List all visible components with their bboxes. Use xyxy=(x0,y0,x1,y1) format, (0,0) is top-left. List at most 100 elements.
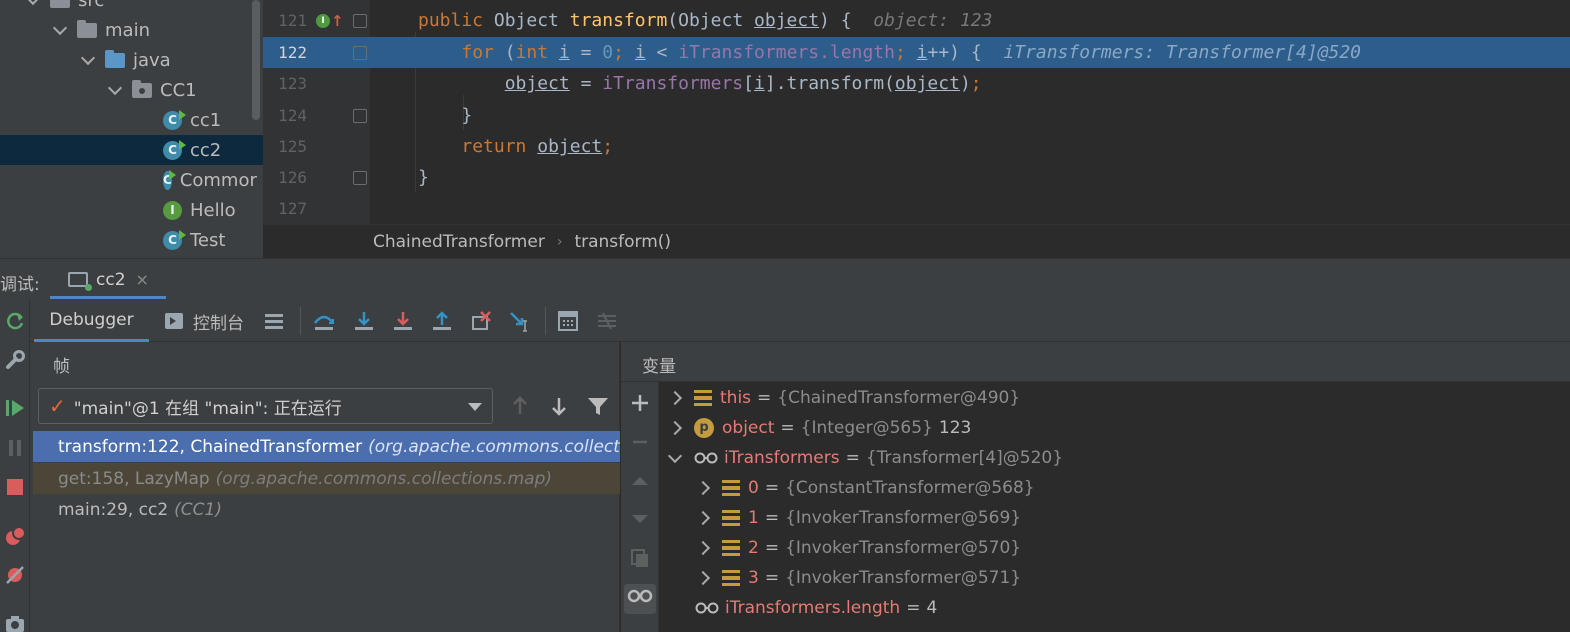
trace-stream-icon[interactable] xyxy=(595,309,619,333)
variable-row-this[interactable]: this = {ChainedTransformer@490} xyxy=(667,383,1020,413)
fold-marker-icon[interactable] xyxy=(353,171,367,185)
code-line-123[interactable]: 123 object = iTransformers[i].transform(… xyxy=(263,68,1570,99)
fold-marker-icon[interactable] xyxy=(353,109,367,123)
variable-equals: = xyxy=(764,568,780,588)
previous-frame-icon[interactable] xyxy=(507,392,533,420)
move-up-icon[interactable] xyxy=(628,469,652,493)
wrench-icon[interactable] xyxy=(4,349,26,371)
class-icon: C xyxy=(163,229,186,250)
tree-item-label: cc1 xyxy=(190,109,222,131)
move-down-icon[interactable] xyxy=(628,507,652,531)
chevron-right-icon[interactable] xyxy=(695,570,711,586)
code-text: } xyxy=(418,167,429,189)
rerun-icon[interactable] xyxy=(4,311,26,333)
watch-glasses-icon xyxy=(694,449,718,468)
chevron-down-icon[interactable] xyxy=(667,448,683,463)
next-frame-icon[interactable] xyxy=(546,392,572,420)
stop-icon[interactable] xyxy=(4,476,26,498)
tree-item-commons[interactable]: C Commor xyxy=(0,165,257,195)
inline-debug-hint: object: 123 xyxy=(873,10,993,32)
breadcrumb-method[interactable]: transform() xyxy=(574,232,671,252)
duplicate-watch-icon[interactable] xyxy=(628,546,652,570)
remove-watch-icon[interactable] xyxy=(628,430,652,454)
chevron-right-icon[interactable] xyxy=(695,510,711,526)
code-text: object = iTransformers[i].transform(obje… xyxy=(504,73,982,95)
chevron-down-icon[interactable] xyxy=(107,80,123,96)
variable-row-element-0[interactable]: 0 = {ConstantTransformer@568} xyxy=(695,473,1035,503)
debug-window-title: 调试: xyxy=(0,275,40,295)
layout-menu-icon[interactable] xyxy=(262,309,286,333)
frame-item[interactable]: main:29, cc2 (CC1) xyxy=(33,494,620,525)
chevron-right-icon[interactable] xyxy=(667,390,683,406)
run-to-cursor-icon[interactable] xyxy=(508,309,532,333)
code-line-126[interactable]: 126 } xyxy=(263,162,1570,193)
tree-item-src[interactable]: src xyxy=(0,0,250,15)
tree-item-java[interactable]: java xyxy=(0,45,250,75)
variable-row-element-2[interactable]: 2 = {InvokerTransformer@570} xyxy=(695,533,1021,563)
pause-icon[interactable] xyxy=(4,437,26,459)
variable-row-itransformers[interactable]: iTransformers = {Transformer[4]@520} xyxy=(667,443,1063,473)
inline-debug-hint: iTransformers: Transformer[4]@520 xyxy=(1003,42,1361,64)
thread-selector[interactable]: ✓ "main"@1 在组 "main": 正在运行 xyxy=(38,388,493,424)
resume-icon[interactable] xyxy=(4,397,26,419)
add-watch-icon[interactable] xyxy=(628,391,652,415)
class-icon: C xyxy=(163,169,176,190)
chevron-down-icon[interactable] xyxy=(52,20,68,36)
step-into-icon[interactable] xyxy=(391,309,415,333)
tree-item-cc1-package[interactable]: CC1 xyxy=(0,75,250,105)
breadcrumb-class[interactable]: ChainedTransformer xyxy=(373,232,545,252)
chevron-down-icon[interactable] xyxy=(25,0,41,6)
implements-icon[interactable]: I xyxy=(316,13,330,28)
evaluate-expression-icon[interactable] xyxy=(556,309,580,333)
drop-frame-icon[interactable] xyxy=(469,309,493,333)
chevron-right-icon[interactable] xyxy=(695,480,711,496)
frame-item[interactable]: get:158, LazyMap (org.apache.commons.col… xyxy=(33,463,620,494)
code-line-125[interactable]: 125 return object; xyxy=(263,131,1570,162)
filter-icon[interactable] xyxy=(585,392,611,420)
variable-name: this xyxy=(720,388,752,408)
variable-name: 1 xyxy=(748,508,759,528)
fold-marker-icon[interactable] xyxy=(353,46,367,60)
tree-item-test[interactable]: C Test xyxy=(0,225,250,255)
variable-value: {InvokerTransformer@571} xyxy=(785,568,1022,588)
frame-method: main:29, cc2 xyxy=(58,499,169,520)
variable-equals: = xyxy=(780,418,795,438)
code-line-121[interactable]: 121 I ↑ public Object transform(Object o… xyxy=(263,5,1570,36)
tree-item-main[interactable]: main xyxy=(0,15,250,45)
code-editor[interactable]: 121 I ↑ public Object transform(Object o… xyxy=(263,0,1570,258)
chevron-right-icon[interactable] xyxy=(695,540,711,556)
folder-icon xyxy=(50,0,70,8)
mute-breakpoints-icon[interactable] xyxy=(4,564,26,586)
show-watches-icon[interactable] xyxy=(624,584,656,614)
tree-item-cc1[interactable]: C cc1 xyxy=(0,105,250,135)
line-number: 123 xyxy=(278,74,307,94)
chevron-right-icon[interactable] xyxy=(667,420,683,436)
variable-row-watch-length[interactable]: iTransformers.length = 4 xyxy=(695,593,937,623)
show-execution-point-icon[interactable] xyxy=(312,309,336,333)
step-over-icon[interactable] xyxy=(352,309,376,333)
variable-row-element-3[interactable]: 3 = {InvokerTransformer@571} xyxy=(695,563,1022,593)
camera-icon[interactable] xyxy=(4,612,26,632)
variables-panel-header xyxy=(621,342,1570,382)
step-out-icon[interactable] xyxy=(430,309,454,333)
tree-item-label: CC1 xyxy=(160,79,197,101)
code-line-122-current[interactable]: 122 for (int i = 0; i < iTransformers.le… xyxy=(263,37,1570,69)
close-icon[interactable]: × xyxy=(136,270,149,289)
code-line-124[interactable]: 124 } xyxy=(263,100,1570,131)
tree-item-cc2[interactable]: C cc2 xyxy=(0,135,263,165)
tree-scrollbar[interactable] xyxy=(252,0,260,120)
code-line-127[interactable]: 127 xyxy=(263,193,1570,224)
code-text: for (int i = 0; i < iTransformers.length… xyxy=(461,42,1361,64)
tree-item-hello[interactable]: I Hello xyxy=(0,195,250,225)
frame-item[interactable]: transform:122, ChainedTransformer (org.a… xyxy=(33,431,620,462)
frame-method: transform:122, ChainedTransformer xyxy=(58,436,363,457)
view-breakpoints-icon[interactable] xyxy=(4,525,26,547)
debug-session-tab[interactable]: cc2 × xyxy=(50,263,166,299)
tab-console[interactable]: 控制台 xyxy=(165,300,244,342)
variable-row-object[interactable]: p object = {Integer@565} 123 xyxy=(667,413,971,443)
fold-marker-icon[interactable] xyxy=(353,14,367,28)
tab-debugger[interactable]: Debugger xyxy=(34,300,149,342)
chevron-down-icon[interactable] xyxy=(80,50,96,66)
variable-row-element-1[interactable]: 1 = {InvokerTransformer@569} xyxy=(695,503,1021,533)
variable-equals: = xyxy=(906,598,921,618)
